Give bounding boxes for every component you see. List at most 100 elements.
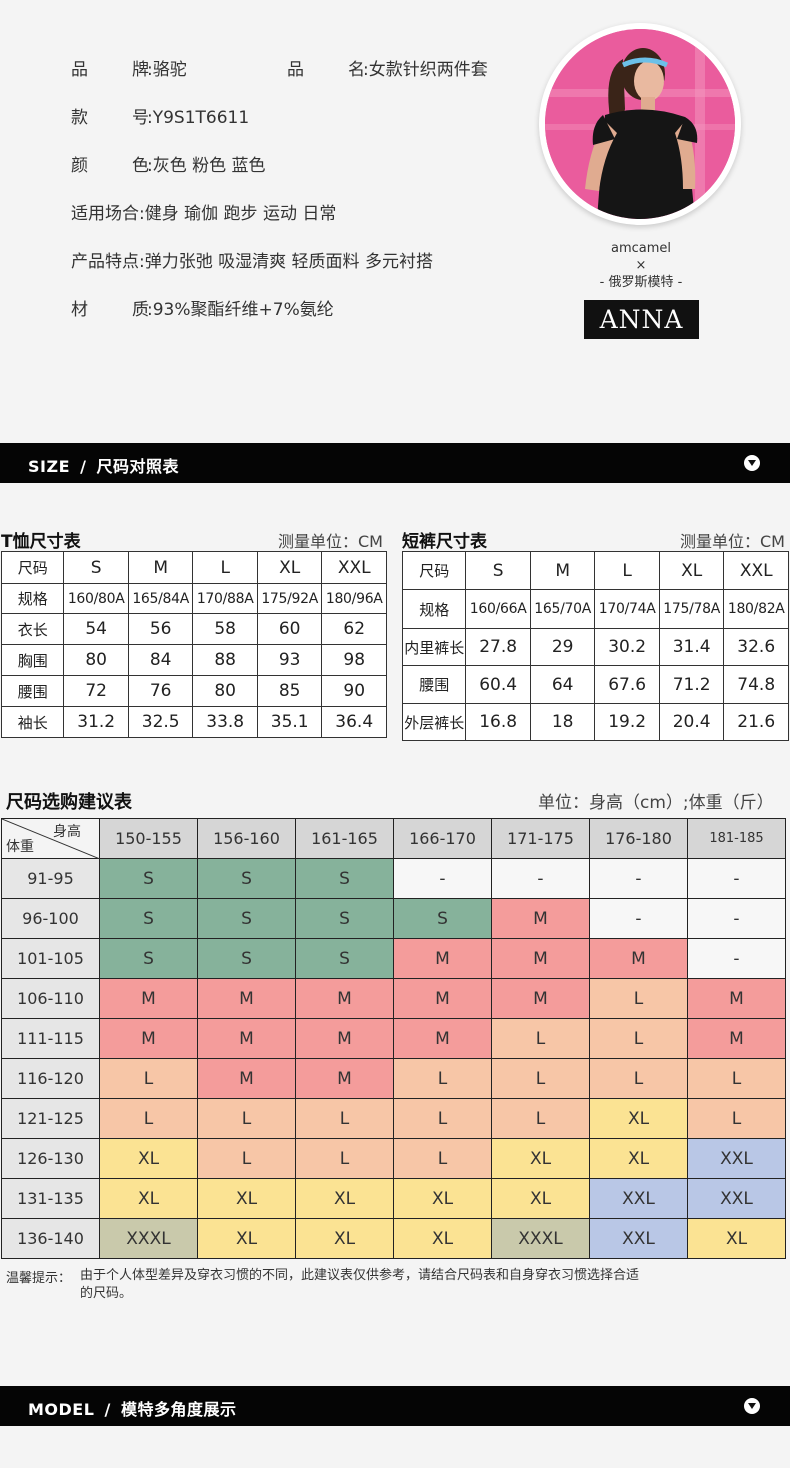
- shorts-row-label: 尺码: [401, 551, 467, 590]
- name-value: 女款针织两件套: [368, 60, 488, 80]
- info-material-row: 材质:93%聚酯纤维+7%氨纶: [71, 296, 334, 324]
- tshirt-cell: 36.4: [321, 706, 387, 738]
- shorts-cell: 64: [529, 665, 596, 704]
- recommend-size-cell: L: [99, 1098, 198, 1139]
- height-range-header: 161-165: [295, 818, 394, 859]
- shorts-cell: 67.6: [594, 665, 660, 704]
- info-occasion-row: 适用场合:健身 瑜伽 跑步 运动 日常: [71, 200, 336, 228]
- shorts-cell: 74.8: [723, 665, 789, 704]
- recommend-size-cell: M: [491, 898, 590, 939]
- shorts-cell: 31.4: [658, 628, 725, 666]
- size-section-bar[interactable]: SIZE / 尺码对照表: [0, 443, 790, 483]
- recommend-size-cell: XL: [687, 1218, 786, 1259]
- recommend-size-cell: L: [687, 1098, 786, 1139]
- model-bar-en: MODEL: [28, 1400, 95, 1419]
- tshirt-row-label: 规格: [0, 583, 65, 614]
- shorts-row-label: 内里裤长: [401, 628, 467, 666]
- recommend-header-row: 身高 体重 150-155 156-160 161-165 166-170 171-175 1…: [1, 818, 786, 859]
- recommend-size-cell: XL: [393, 1178, 492, 1219]
- shorts-cell: 18: [529, 703, 596, 741]
- recommend-size-cell: M: [295, 1058, 394, 1099]
- brand-value: 骆驼: [152, 60, 187, 80]
- chevron-down-icon[interactable]: [744, 1398, 760, 1414]
- recommend-size-cell: XXL: [589, 1178, 688, 1219]
- weight-range-header: 116-120: [1, 1058, 100, 1099]
- tshirt-cell: 180/96A: [321, 583, 387, 614]
- recommend-size-cell: -: [589, 858, 688, 899]
- shorts-row: 腰围 60.4 64 67.6 71.2 74.8: [401, 665, 789, 704]
- model-section-bar[interactable]: MODEL / 模特多角度展示: [0, 1386, 790, 1426]
- shorts-cell: M: [529, 551, 596, 590]
- tshirt-header-row: 尺码 S M L XL XXL: [0, 551, 387, 584]
- chevron-down-icon[interactable]: [744, 455, 760, 471]
- recommend-size-cell: S: [197, 938, 296, 979]
- tshirt-row: 胸围 80 84 88 93 98: [0, 644, 387, 676]
- recommend-size-cell: M: [687, 1018, 786, 1059]
- recommend-size-cell: S: [99, 938, 198, 979]
- model-bar-cn: 模特多角度展示: [120, 1400, 237, 1419]
- recommend-row: 106-110 M M M M M L M: [1, 978, 786, 1019]
- recommend-size-cell: M: [99, 978, 198, 1019]
- shorts-row-label: 外层裤长: [401, 703, 467, 741]
- recommend-size-cell: XL: [99, 1138, 198, 1179]
- shorts-cell: 30.2: [594, 628, 660, 666]
- recommend-row: 111-115 M M M M L L M: [1, 1018, 786, 1059]
- weight-range-header: 131-135: [1, 1178, 100, 1219]
- tshirt-row-label: 尺码: [0, 551, 65, 584]
- recommend-size-cell: L: [393, 1098, 492, 1139]
- recommend-row: 121-125 L L L L L XL L: [1, 1098, 786, 1139]
- tshirt-cell: 32.5: [127, 706, 194, 738]
- recommend-size-cell: M: [491, 978, 590, 1019]
- height-range-header: 176-180: [589, 818, 688, 859]
- recommend-size-cell: -: [589, 898, 688, 939]
- recommend-size-cell: L: [491, 1058, 590, 1099]
- weight-range-header: 106-110: [1, 978, 100, 1019]
- shorts-cell: 71.2: [658, 665, 725, 704]
- shorts-cell: 20.4: [658, 703, 725, 741]
- shorts-cell: 60.4: [465, 665, 531, 704]
- tshirt-cell: 35.1: [256, 706, 323, 738]
- recommend-size-cell: L: [393, 1138, 492, 1179]
- height-range-header: 150-155: [99, 818, 198, 859]
- recommend-size-cell: XL: [491, 1178, 590, 1219]
- recommend-size-cell: XXL: [687, 1138, 786, 1179]
- shorts-size-table: 尺码 S M L XL XXL 规格 160/66A 165/70A 170/74A 175/78A…: [401, 551, 789, 741]
- occasion-value: 健身 瑜伽 跑步 运动 日常: [144, 204, 337, 224]
- recommend-size-cell: S: [99, 898, 198, 939]
- recommend-size-cell: -: [393, 858, 492, 899]
- model-number-value: Y9S1T6611: [152, 108, 250, 128]
- shorts-row: 内里裤长 27.8 29 30.2 31.4 32.6: [401, 628, 789, 666]
- tshirt-row-label: 胸围: [0, 644, 65, 676]
- recommend-size-cell: -: [687, 938, 786, 979]
- recommend-size-cell: S: [295, 898, 394, 939]
- recommend-size-cell: L: [197, 1138, 296, 1179]
- color-value: 灰色 粉色 蓝色: [152, 156, 266, 176]
- recommend-row: 96-100 S S S S M - -: [1, 898, 786, 939]
- weight-range-header: 111-115: [1, 1018, 100, 1059]
- recommend-size-cell: M: [393, 938, 492, 979]
- shorts-table-unit: 测量单位：CM: [680, 532, 785, 551]
- recommend-size-cell: XL: [295, 1178, 394, 1219]
- weight-range-header: 126-130: [1, 1138, 100, 1179]
- height-range-header: 181-185: [687, 818, 786, 859]
- material-value: 93%聚酯纤维+7%氨纶: [152, 300, 334, 320]
- tshirt-cell: 80: [192, 675, 258, 707]
- recommend-size-cell: L: [589, 978, 688, 1019]
- recommend-size-cell: XL: [589, 1098, 688, 1139]
- recommend-size-cell: S: [197, 898, 296, 939]
- weight-range-header: 101-105: [1, 938, 100, 979]
- model-origin: - 俄罗斯模特 -: [599, 275, 683, 290]
- recommend-size-cell: L: [197, 1098, 296, 1139]
- recommend-title: 尺码选购建议表: [6, 792, 132, 813]
- model-brand: amcamel: [610, 241, 672, 256]
- weight-range-header: 121-125: [1, 1098, 100, 1139]
- shorts-cell: 21.6: [723, 703, 789, 741]
- height-range-header: 171-175: [491, 818, 590, 859]
- recommend-size-cell: L: [491, 1098, 590, 1139]
- recommend-size-cell: -: [491, 858, 590, 899]
- recommend-size-cell: M: [393, 1018, 492, 1059]
- recommend-size-cell: M: [197, 1018, 296, 1059]
- size-bar-cn: 尺码对照表: [96, 457, 180, 476]
- model-photo: [539, 23, 741, 225]
- recommend-size-cell: M: [99, 1018, 198, 1059]
